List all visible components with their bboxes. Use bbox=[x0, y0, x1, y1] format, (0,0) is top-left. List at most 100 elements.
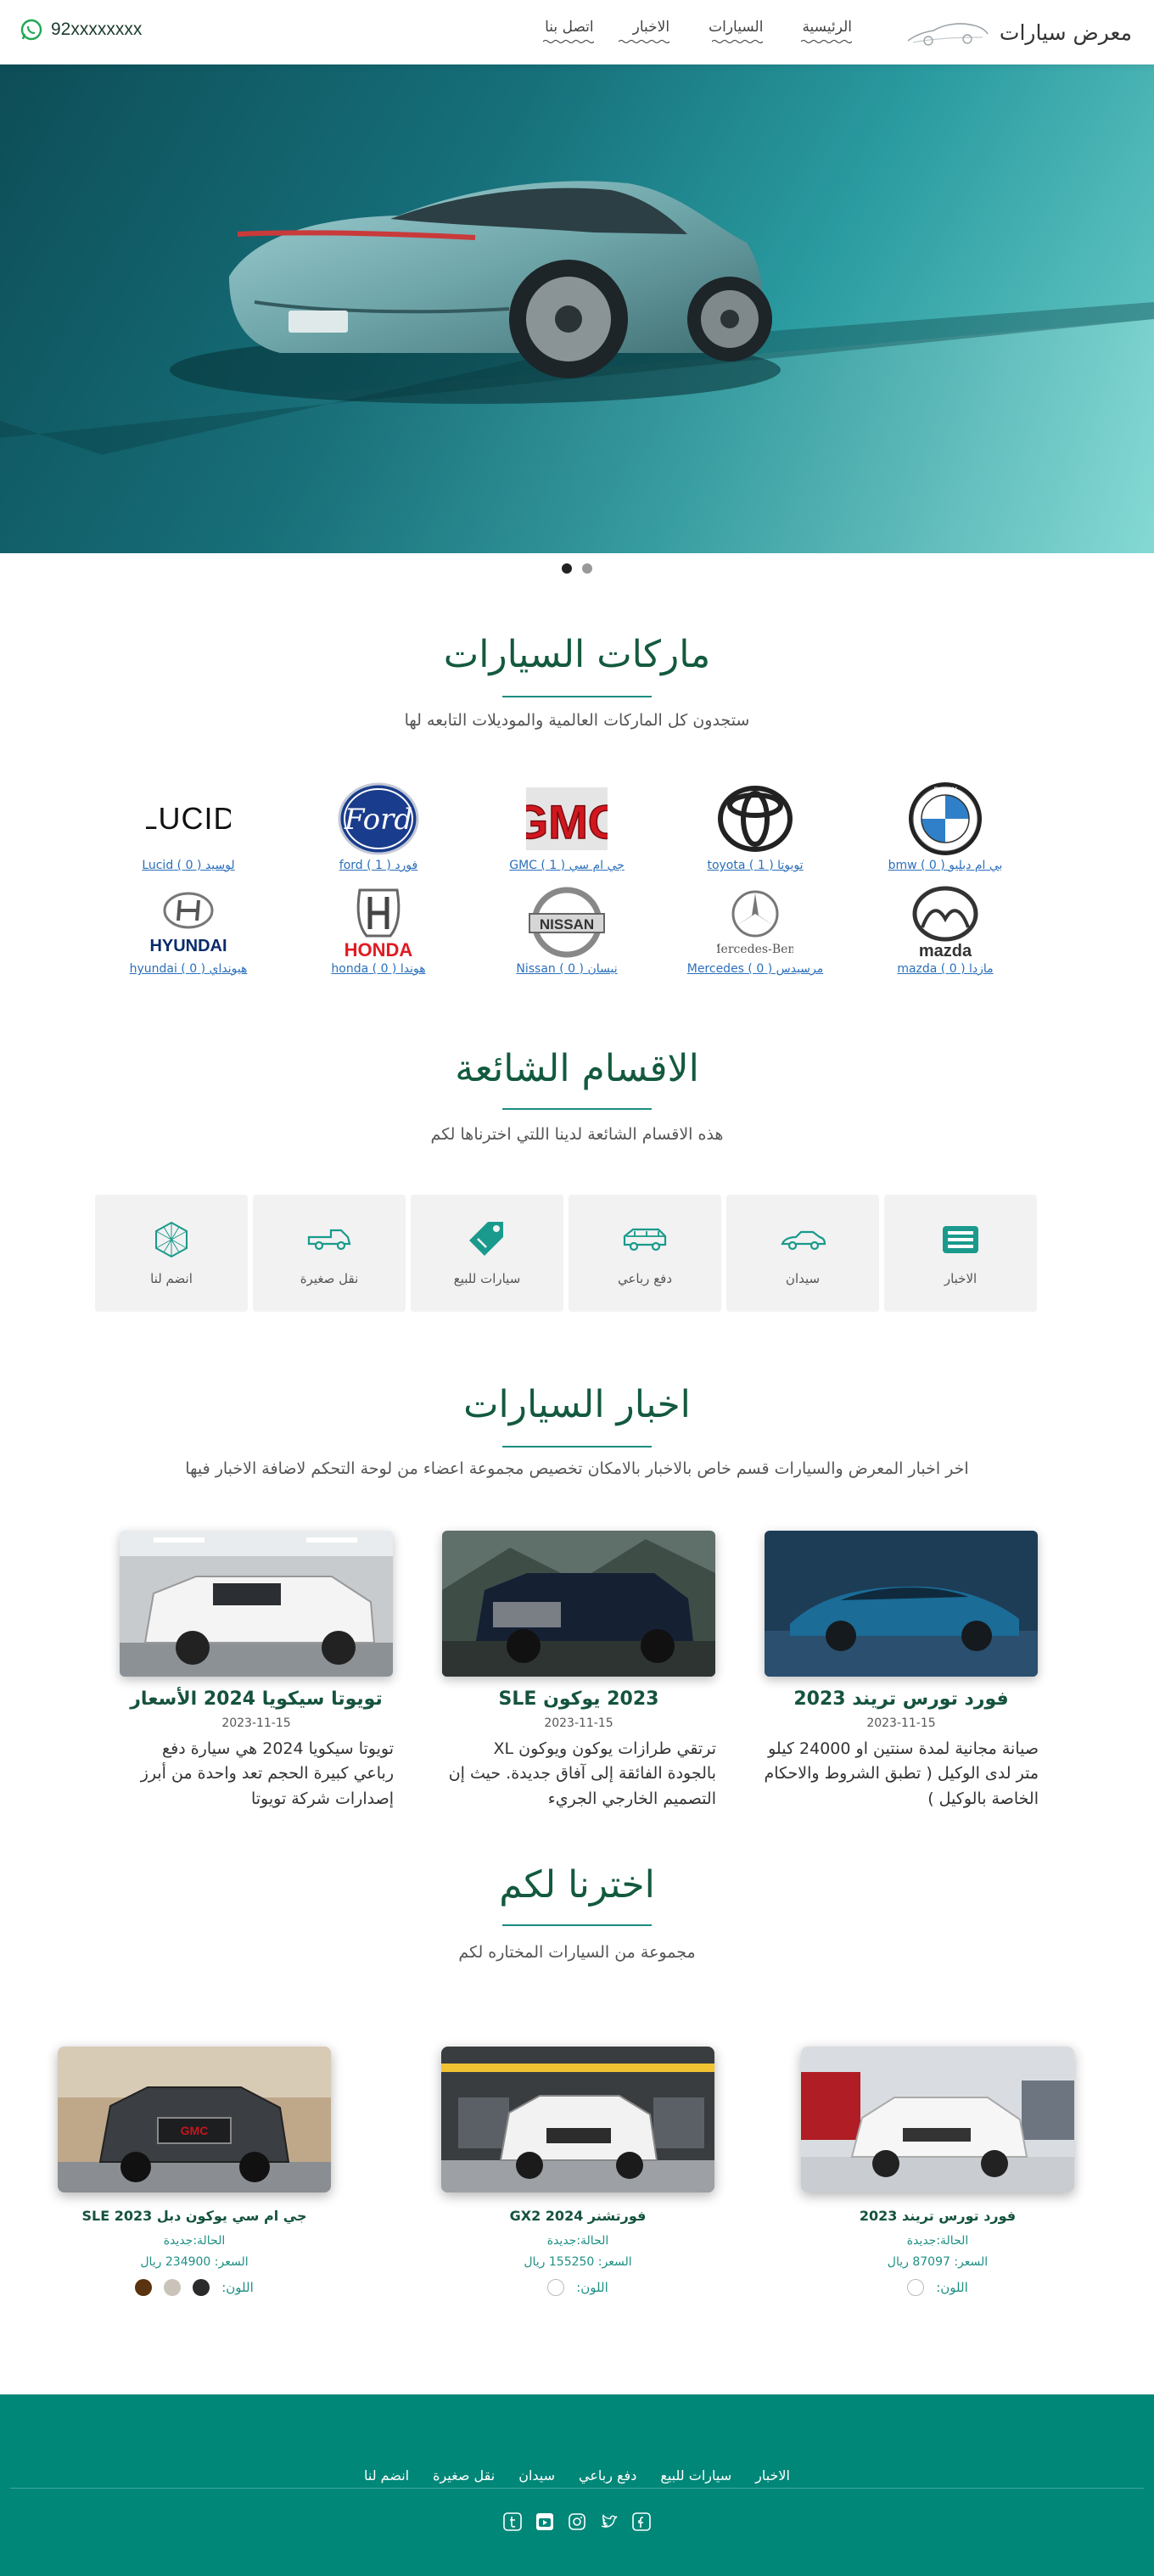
footer-link-news[interactable]: الاخبار bbox=[755, 2467, 790, 2484]
instagram-icon[interactable] bbox=[567, 2512, 587, 2532]
footer-link-for-sale[interactable]: سيارات للبيع bbox=[660, 2467, 731, 2484]
brand-card-hyundai[interactable]: HYUNDAI هيونداي ( 0 ) hyundai bbox=[112, 884, 265, 986]
category-for-sale-label: سيارات للبيع bbox=[453, 1271, 521, 1286]
brand-link-ford[interactable]: فورد ( 1 ) ford bbox=[339, 859, 417, 872]
footer-link-pickup[interactable]: نقل صغيرة bbox=[433, 2467, 495, 2484]
color-swatch-white[interactable] bbox=[907, 2279, 925, 2296]
car-image-taurus[interactable] bbox=[801, 2047, 1074, 2192]
car-colors: اللون: bbox=[54, 2279, 334, 2296]
category-suv-label: دفع رباعي bbox=[617, 1271, 673, 1286]
news-image-sequoia[interactable] bbox=[120, 1531, 393, 1677]
brand-card-lucid[interactable]: LUCID لوسيد ( 0 ) Lucid bbox=[112, 781, 265, 882]
categories-title-underline bbox=[502, 1108, 652, 1110]
car-title[interactable]: فورد تورس تريند 2023 bbox=[798, 2208, 1078, 2224]
news-title-text[interactable]: تويوتا سيكويا 2024 الأسعار bbox=[114, 1688, 399, 1710]
category-pickup[interactable]: نقل صغيرة bbox=[253, 1195, 406, 1312]
brands-title-underline bbox=[502, 696, 652, 697]
brand-link-gmc[interactable]: جي ام سي ( 1 ) GMC bbox=[509, 859, 625, 872]
brand-card-gmc[interactable]: GMC جي ام سي ( 1 ) GMC bbox=[490, 781, 643, 882]
car-colors-label: اللون: bbox=[221, 2280, 254, 2295]
color-swatch-brown[interactable] bbox=[135, 2279, 153, 2296]
nav-news-label: الاخبار bbox=[632, 19, 670, 36]
svg-text:B M W: B M W bbox=[934, 786, 958, 794]
footer-link-join[interactable]: انضم لنا bbox=[364, 2467, 409, 2484]
car-price: السعر: 155250 ريال bbox=[524, 2254, 632, 2269]
news-image-yukon[interactable] bbox=[442, 1531, 715, 1677]
nav-news[interactable]: الاخبار bbox=[619, 19, 670, 44]
brand-link-bmw[interactable]: بي ام دبليو ( 0 ) bmw bbox=[888, 859, 1003, 872]
svg-text:Ford: Ford bbox=[344, 803, 412, 837]
category-sedan[interactable]: سيدان bbox=[726, 1195, 879, 1312]
car-image-yukon-sle[interactable]: GMC bbox=[58, 2047, 331, 2192]
brand-link-nissan[interactable]: نيسان ( 0 ) Nissan bbox=[516, 962, 617, 976]
car-condition: الحالة:جديدة bbox=[163, 2234, 226, 2248]
category-for-sale[interactable]: سيارات للبيع bbox=[411, 1195, 563, 1312]
news-title-text[interactable]: فورد تورس تريند 2023 bbox=[759, 1688, 1044, 1710]
footer-link-sedan[interactable]: سيدان bbox=[518, 2467, 555, 2484]
categories-title: الاقسام الشائعة bbox=[455, 1047, 699, 1090]
price-tag-icon bbox=[462, 1220, 513, 1259]
brand-link-hyundai[interactable]: هيونداي ( 0 ) hyundai bbox=[130, 962, 248, 976]
slider-dots bbox=[0, 563, 1154, 574]
brand-link-toyota[interactable]: تويوتا ( 1 ) toyota bbox=[707, 859, 803, 872]
brand-card-toyota[interactable]: تويوتا ( 1 ) toyota bbox=[679, 781, 832, 882]
color-swatch-black[interactable] bbox=[193, 2279, 210, 2296]
hexagon-network-icon bbox=[146, 1220, 197, 1259]
car-card[interactable]: GMC جي ام سي يوكون دبل SLE 2023 الحالة:ج… bbox=[54, 2047, 334, 2296]
news-card[interactable]: تويوتا سيكويا 2024 الأسعار 2023-11-15 تو… bbox=[114, 1531, 399, 1812]
brand-card-ford[interactable]: Ford فورد ( 1 ) ford bbox=[302, 781, 455, 882]
car-card[interactable]: فورد تورس تريند 2023 الحالة:جديدة السعر:… bbox=[798, 2047, 1078, 2296]
car-image-fortuner[interactable] bbox=[441, 2047, 714, 2192]
car-card[interactable]: فورتشنر 2024 GX2 الحالة:جديدة السعر: 155… bbox=[438, 2047, 718, 2296]
nav-cars[interactable]: السيارات bbox=[709, 19, 764, 44]
chosen-subtitle: مجموعة من السيارات المختاره لكم bbox=[458, 1943, 696, 1962]
brand-card-mercedes[interactable]: Mercedes-Benz مرسيدس ( 0 ) Mercedes bbox=[679, 884, 832, 986]
news-image-ford[interactable] bbox=[765, 1531, 1038, 1677]
footer-link-suv[interactable]: دفع رباعي bbox=[579, 2467, 636, 2484]
news-title-text[interactable]: 2023 يوكون SLE bbox=[436, 1688, 721, 1710]
car-colors: اللون: bbox=[438, 2279, 718, 2296]
hero-slider[interactable] bbox=[0, 64, 1154, 553]
car-condition: الحالة:جديدة bbox=[546, 2234, 609, 2248]
chosen-title-underline bbox=[502, 1924, 652, 1926]
svg-text:GMC: GMC bbox=[526, 795, 608, 848]
category-news[interactable]: الاخبار bbox=[884, 1195, 1037, 1312]
car-title[interactable]: جي ام سي يوكون دبل SLE 2023 bbox=[54, 2208, 334, 2224]
category-suv[interactable]: دفع رباعي bbox=[569, 1195, 721, 1312]
nissan-logo: NISSAN bbox=[523, 884, 611, 960]
slider-dot-2[interactable] bbox=[582, 563, 592, 574]
brand-link-mazda[interactable]: مازدا ( 0 ) mazda bbox=[897, 962, 993, 976]
category-join[interactable]: انضم لنا bbox=[95, 1195, 248, 1312]
news-card[interactable]: 2023 يوكون SLE 2023-11-15 ترتقي طرازات ي… bbox=[436, 1531, 721, 1812]
twitter-icon[interactable] bbox=[599, 2512, 619, 2532]
brand-card-nissan[interactable]: NISSAN نيسان ( 0 ) Nissan bbox=[490, 884, 643, 986]
category-sedan-label: سيدان bbox=[785, 1271, 821, 1286]
news-body: ترتقي طرازات يوكون ويوكون XL بالجودة الف… bbox=[448, 1739, 716, 1808]
car-title[interactable]: فورتشنر 2024 GX2 bbox=[438, 2208, 718, 2224]
brand-card-bmw[interactable]: B M W بي ام دبليو ( 0 ) bmw bbox=[869, 781, 1022, 882]
news-date: 2023-11-15 bbox=[221, 1716, 291, 1730]
nav-underline bbox=[712, 40, 764, 43]
brand-card-honda[interactable]: HONDA هوندا ( 0 ) honda bbox=[302, 884, 455, 986]
whatsapp-contact[interactable]: 92xxxxxxxx bbox=[20, 19, 142, 41]
slider-dot-1[interactable] bbox=[562, 563, 572, 574]
svg-text:LUCID: LUCID bbox=[146, 802, 231, 836]
color-swatch-white[interactable] bbox=[547, 2279, 565, 2296]
brand-card-mazda[interactable]: mazda مازدا ( 0 ) mazda bbox=[869, 884, 1022, 986]
news-date: 2023-11-15 bbox=[544, 1716, 613, 1730]
car-colors: اللون: bbox=[798, 2279, 1078, 2296]
phone-number: 92xxxxxxxx bbox=[51, 20, 143, 39]
brand-link-honda[interactable]: هوندا ( 0 ) honda bbox=[331, 962, 425, 976]
tumblr-icon[interactable] bbox=[502, 2512, 523, 2532]
nav-contact-label: اتصل بنا bbox=[545, 19, 594, 36]
nav-contact[interactable]: اتصل بنا bbox=[542, 19, 594, 44]
category-news-label: الاخبار bbox=[944, 1271, 978, 1286]
facebook-icon[interactable] bbox=[631, 2512, 652, 2532]
youtube-icon[interactable] bbox=[535, 2512, 555, 2532]
site-brand[interactable]: معرض سيارات bbox=[905, 12, 1132, 53]
nav-home[interactable]: الرئيسية bbox=[801, 19, 852, 44]
brand-link-lucid[interactable]: لوسيد ( 0 ) Lucid bbox=[142, 859, 234, 872]
news-card[interactable]: فورد تورس تريند 2023 2023-11-15 صيانة مج… bbox=[759, 1531, 1044, 1812]
color-swatch-silver[interactable] bbox=[164, 2279, 182, 2296]
brand-link-mercedes[interactable]: مرسيدس ( 0 ) Mercedes bbox=[687, 962, 824, 976]
